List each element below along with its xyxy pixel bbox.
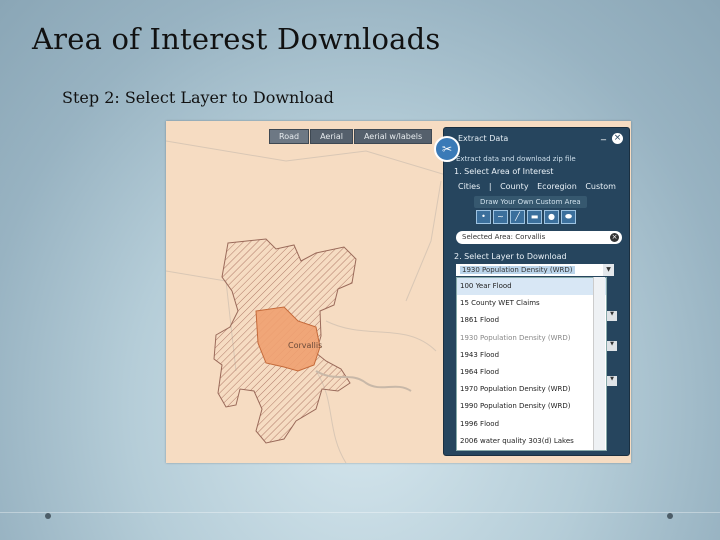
freehand-tool-icon[interactable]: ~ <box>493 210 508 224</box>
area-tabs: Cities | County Ecoregion Custom <box>458 182 622 191</box>
city-label: Corvallis <box>288 341 323 350</box>
list-item[interactable]: 1943 Flood <box>457 347 606 364</box>
bullet-right <box>667 513 673 519</box>
bullet-left <box>45 513 51 519</box>
chevron-down-icon[interactable]: ▼ <box>607 311 617 321</box>
point-tool-icon[interactable]: • <box>476 210 491 224</box>
list-item[interactable]: 100 Year Flood <box>457 278 606 296</box>
tab-county[interactable]: County <box>500 182 529 191</box>
layer-list: 100 Year Flood 15 County WET Claims 1861… <box>456 277 607 451</box>
tab-separator: | <box>488 182 492 191</box>
panel-title: Extract Data <box>458 134 509 143</box>
selected-area-field: Selected Area: Corvallis × <box>456 231 622 244</box>
draw-tools: • ~ ╱ ▬ ● ⬬ <box>476 210 578 224</box>
map-screenshot: Road Aerial Aerial w/labels Corvallis ✂ … <box>166 121 631 463</box>
slide-title: Area of Interest Downloads <box>32 22 441 56</box>
section-1-heading: 1. Select Area of Interest <box>454 167 554 176</box>
panel-description: Extract data and download zip file <box>456 155 576 163</box>
list-item[interactable]: 1996 Flood <box>457 416 606 433</box>
selected-area-text: Selected Area: Corvallis <box>462 233 546 241</box>
list-item[interactable]: 2006 water quality 303(d) Lakes <box>457 433 606 450</box>
map-view-tabs: Road Aerial Aerial w/labels <box>269 129 433 144</box>
slide-subtitle: Step 2: Select Layer to Download <box>62 88 334 107</box>
list-item[interactable]: 1970 Population Density (WRD) <box>457 381 606 398</box>
list-item[interactable]: 1861 Flood <box>457 312 606 329</box>
list-item[interactable]: 15 County WET Claims <box>457 295 606 312</box>
circle-tool-icon[interactable]: ● <box>544 210 559 224</box>
clear-selection-icon[interactable]: × <box>610 233 619 242</box>
extract-data-panel: ✂ Extract Data _ × Extract data and down… <box>434 127 630 456</box>
tab-cities[interactable]: Cities <box>458 182 480 191</box>
map-tab-aerial-labels[interactable]: Aerial w/labels <box>353 129 433 144</box>
layer-dropdown-value: 1930 Population Density (WRD) <box>460 266 575 274</box>
list-item[interactable]: 1964 Flood <box>457 364 606 381</box>
chevron-down-icon[interactable]: ▼ <box>607 376 617 386</box>
list-scrollbar[interactable] <box>593 277 605 450</box>
line-tool-icon[interactable]: ╱ <box>510 210 525 224</box>
ellipse-tool-icon[interactable]: ⬬ <box>561 210 576 224</box>
divider <box>0 512 720 513</box>
list-item[interactable]: 1930 Population Density (WRD) <box>457 330 606 347</box>
chevron-down-icon[interactable]: ▼ <box>603 264 614 276</box>
draw-custom-area-label: Draw Your Own Custom Area <box>474 196 587 208</box>
map-tab-road[interactable]: Road <box>269 129 310 144</box>
list-item[interactable]: 1990 Population Density (WRD) <box>457 398 606 415</box>
tab-custom[interactable]: Custom <box>585 182 616 191</box>
rectangle-tool-icon[interactable]: ▬ <box>527 210 542 224</box>
tab-ecoregion[interactable]: Ecoregion <box>537 182 577 191</box>
close-icon[interactable]: × <box>612 133 623 144</box>
chevron-down-icon[interactable]: ▼ <box>607 341 617 351</box>
section-2-heading: 2. Select Layer to Download <box>454 252 567 261</box>
minimize-icon[interactable]: _ <box>601 130 606 141</box>
layer-dropdown[interactable]: 1930 Population Density (WRD) ▼ <box>456 264 614 276</box>
map-tab-aerial[interactable]: Aerial <box>310 129 353 144</box>
